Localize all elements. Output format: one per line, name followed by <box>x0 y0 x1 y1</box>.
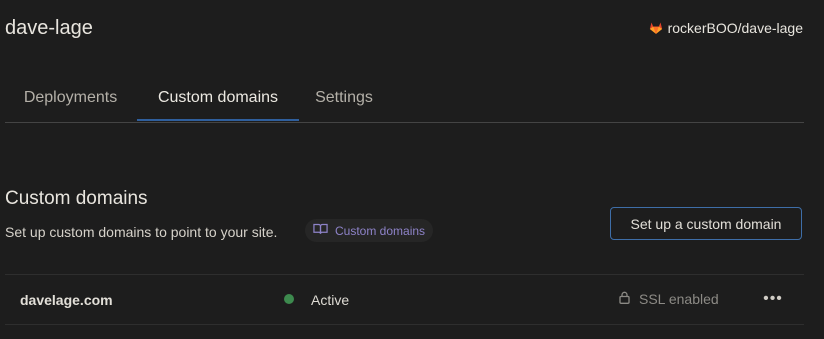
domain-name[interactable]: davelage.com <box>20 292 113 308</box>
tab-bar: Deployments Custom domains Settings <box>5 78 804 123</box>
page-title: dave-lage <box>5 17 93 39</box>
ssl-label: SSL enabled <box>639 291 719 307</box>
divider <box>5 324 804 325</box>
tab-settings[interactable]: Settings <box>301 78 387 121</box>
tab-custom-domains[interactable]: Custom domains <box>137 78 299 121</box>
repo-name: rockerBOO/dave-lage <box>667 20 803 36</box>
more-icon[interactable]: ••• <box>762 286 784 312</box>
active-tab-indicator <box>137 119 299 121</box>
tab-deployments[interactable]: Deployments <box>5 78 136 121</box>
setup-custom-domain-button[interactable]: Set up a custom domain <box>610 207 802 240</box>
section-heading: Custom domains <box>5 188 148 209</box>
book-icon <box>313 223 328 238</box>
docs-link[interactable]: Custom domains <box>305 219 434 242</box>
gitlab-icon <box>649 21 663 35</box>
status-dot <box>284 294 294 304</box>
docs-link-label: Custom domains <box>335 223 426 238</box>
ssl-status: SSL enabled <box>619 291 719 307</box>
status-text: Active <box>311 292 350 308</box>
divider <box>5 274 804 275</box>
lock-icon <box>619 291 630 307</box>
repo-link[interactable]: rockerBOO/dave-lage <box>649 20 803 36</box>
page-header: dave-lage rockerBOO/dave-lage <box>0 0 824 60</box>
section-description: Set up custom domains to point to your s… <box>5 224 278 240</box>
